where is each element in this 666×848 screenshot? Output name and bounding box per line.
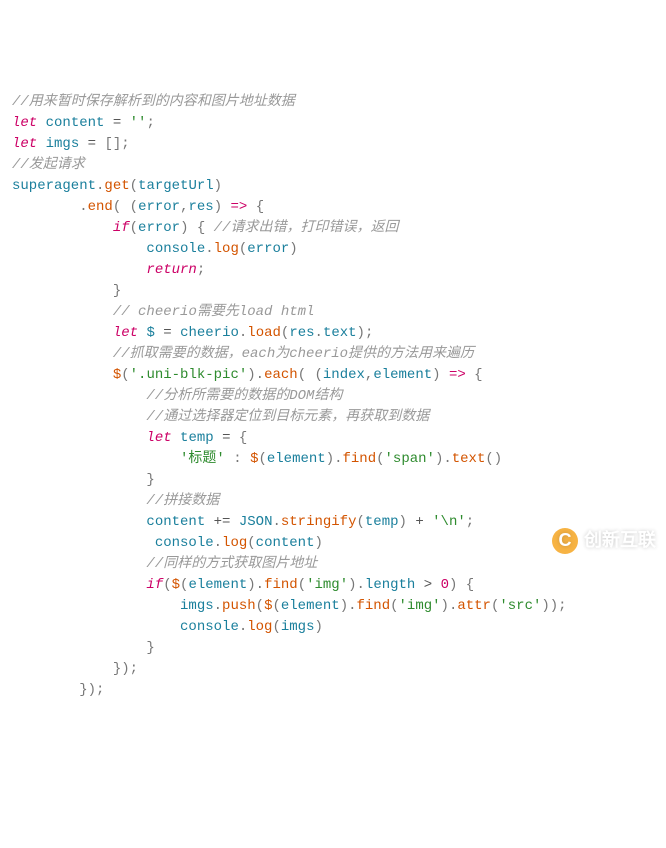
watermark-logo-icon: C bbox=[552, 528, 578, 554]
id-superagent: superagent bbox=[12, 178, 96, 194]
id-targetUrl: targetUrl bbox=[138, 178, 214, 194]
id-content: content bbox=[46, 115, 105, 131]
fn-end: end bbox=[88, 199, 113, 215]
id-imgs: imgs bbox=[46, 136, 80, 152]
watermark-text: 创新互联 bbox=[584, 527, 656, 554]
comment: //发起请求 bbox=[12, 157, 85, 173]
comment: //用来暂时保存解析到的内容和图片地址数据 bbox=[12, 94, 295, 110]
code-block: //用来暂时保存解析到的内容和图片地址数据 let content = ''; … bbox=[12, 92, 654, 701]
keyword-let: let bbox=[12, 115, 37, 131]
fn-get: get bbox=[104, 178, 129, 194]
watermark: C 创新互联 bbox=[552, 527, 656, 554]
